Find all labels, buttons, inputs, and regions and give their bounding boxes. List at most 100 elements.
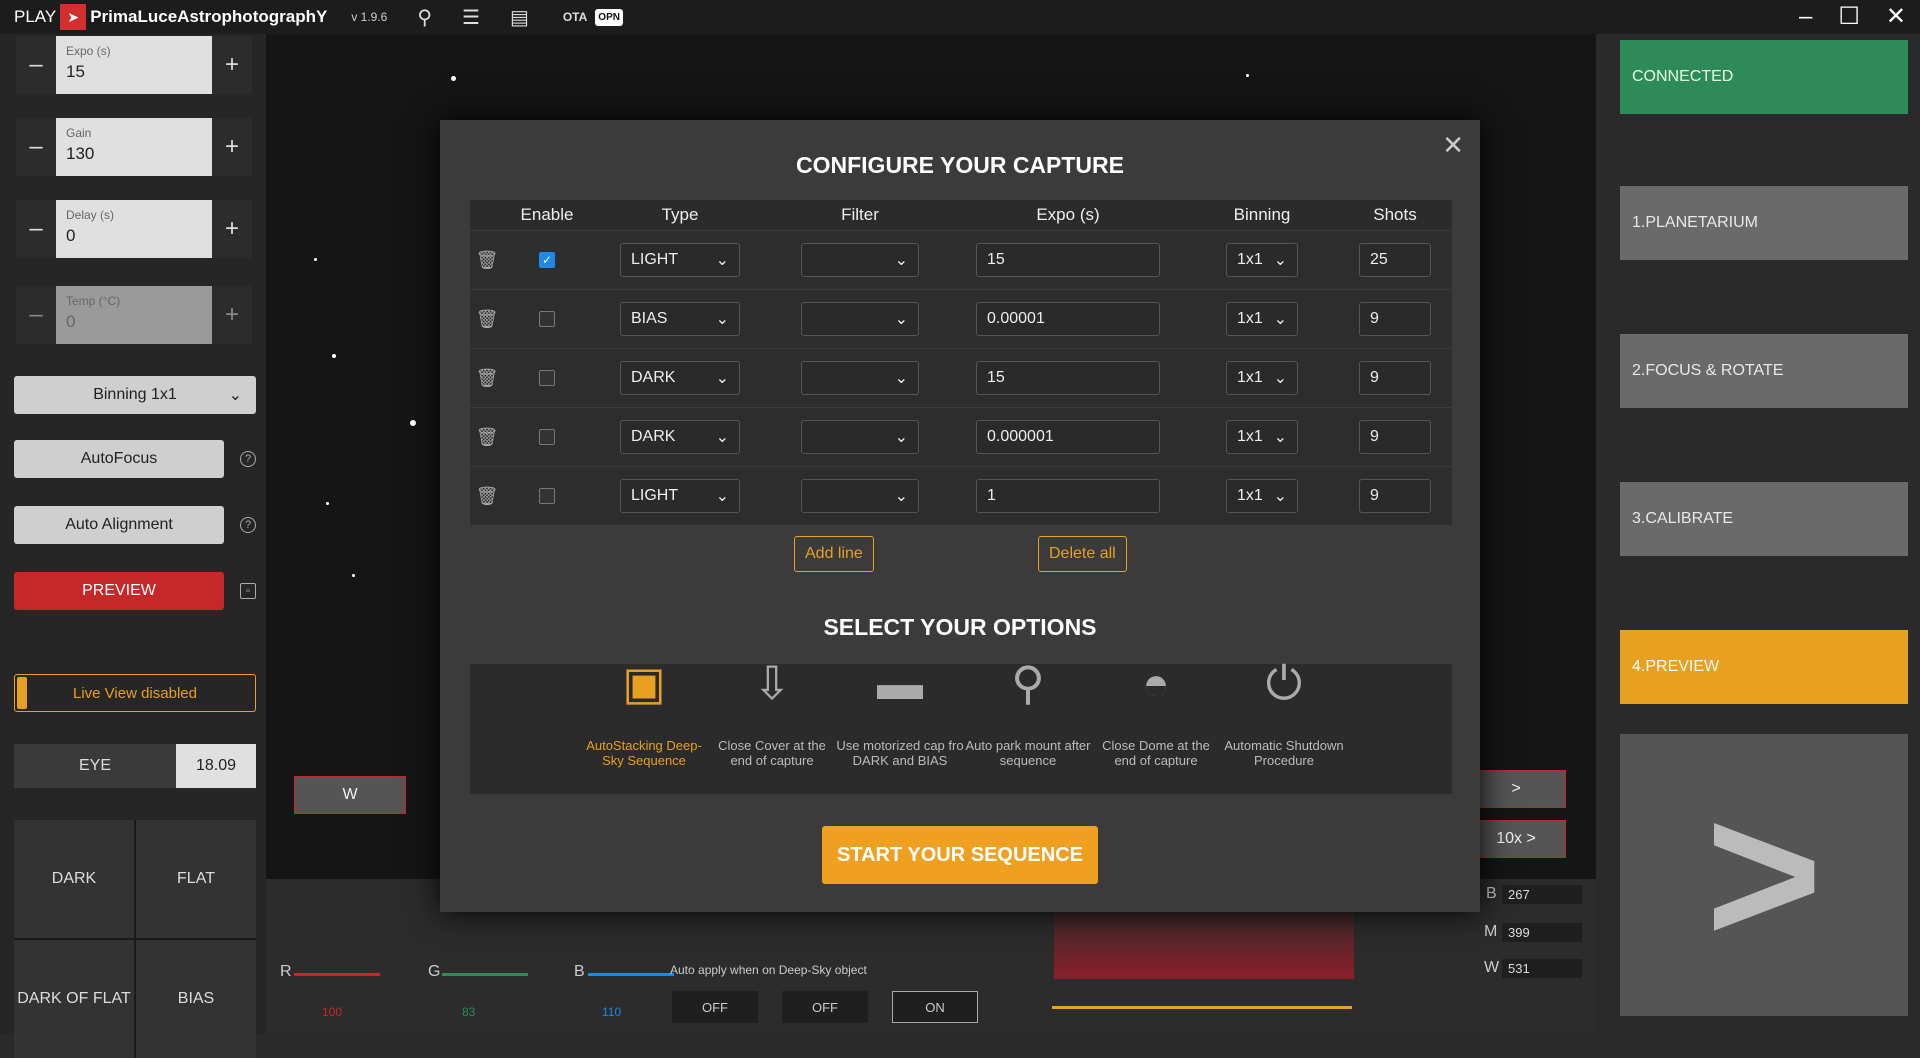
filter-select[interactable]: ⌄ — [801, 361, 919, 395]
temp-label: Temp (°C) — [66, 294, 121, 308]
eye-button[interactable]: EYE — [14, 744, 176, 788]
auto-park-option[interactable]: ⚲ Auto park mount after sequence — [964, 660, 1092, 794]
logo-icon: ➤ — [60, 4, 87, 30]
type-select[interactable]: LIGHT ⌄ — [620, 243, 740, 277]
play-arrow-button[interactable]: > — [1620, 734, 1908, 1016]
binning-select[interactable]: 1x1 ⌄ — [1226, 420, 1298, 454]
enable-checkbox[interactable]: ✓ — [539, 252, 555, 268]
opn-badge[interactable]: OPN — [595, 8, 623, 26]
b-value[interactable]: 110 — [602, 1005, 621, 1019]
r-slider[interactable] — [294, 973, 380, 976]
on-toggle[interactable]: ON — [892, 991, 978, 1023]
enable-checkbox[interactable] — [539, 429, 555, 445]
delay-minus-button[interactable]: – — [16, 200, 56, 258]
w-button[interactable]: W — [294, 776, 406, 814]
type-select[interactable]: DARK ⌄ — [620, 420, 740, 454]
autofocus-button[interactable]: AutoFocus — [14, 440, 224, 478]
filter-select[interactable]: ⌄ — [801, 302, 919, 336]
g-value[interactable]: 83 — [462, 1005, 475, 1019]
filter-select[interactable]: ⌄ — [801, 479, 919, 513]
shots-input[interactable]: 25 — [1359, 243, 1431, 277]
zoom-button[interactable]: 10x > — [1466, 820, 1566, 858]
shots-input[interactable]: 9 — [1359, 302, 1431, 336]
motorized-cap-option[interactable]: ▬ Use motorized cap fro DARK and BIAS — [836, 660, 964, 794]
preview-button[interactable]: PREVIEW — [14, 572, 224, 610]
trash-icon[interactable]: 🗑 — [470, 250, 504, 271]
binning-select[interactable]: 1x1 ⌄ — [1226, 479, 1298, 513]
planetarium-button[interactable]: 1.PLANETARIUM — [1620, 186, 1908, 260]
ota-label[interactable]: OTA — [563, 10, 587, 24]
binning-select[interactable]: 1x1 ⌄ — [1226, 361, 1298, 395]
connected-button[interactable]: CONNECTED — [1620, 40, 1908, 114]
trash-icon[interactable]: 🗑 — [470, 368, 504, 389]
expo-input[interactable]: 15 — [976, 243, 1160, 277]
expo-input[interactable]: 15 — [976, 361, 1160, 395]
maximize-icon[interactable]: ☐ — [1838, 0, 1860, 34]
flat-button[interactable]: FLAT — [136, 820, 256, 938]
add-line-button[interactable]: Add line — [794, 536, 874, 572]
expo-plus-button[interactable]: + — [212, 36, 252, 94]
preview-step-button[interactable]: 4.PREVIEW — [1620, 630, 1908, 704]
b-slider[interactable] — [588, 973, 674, 976]
calibrate-button[interactable]: 3.CALIBRATE — [1620, 482, 1908, 556]
levels-slider[interactable] — [1052, 1006, 1352, 1009]
type-select[interactable]: BIAS ⌄ — [620, 302, 740, 336]
close-dome-option[interactable]: ◓ Close Dome at the end of capture — [1092, 660, 1220, 794]
enable-checkbox[interactable] — [539, 370, 555, 386]
close-cover-option[interactable]: ⇩ Close Cover at the end of capture — [708, 660, 836, 794]
auto-shutdown-option[interactable]: ⏻ Automatic Shutdown Procedure — [1220, 660, 1348, 794]
trash-icon[interactable]: 🗑 — [470, 486, 504, 507]
expo-minus-button[interactable]: – — [16, 36, 56, 94]
type-select[interactable]: LIGHT ⌄ — [620, 479, 740, 513]
binning-select[interactable]: Binning 1x1 ⌄ — [14, 376, 256, 414]
document-icon[interactable]: ▤ — [510, 5, 529, 30]
shots-input[interactable]: 9 — [1359, 479, 1431, 513]
gain-minus-button[interactable]: – — [16, 118, 56, 176]
trash-icon[interactable]: 🗑 — [470, 427, 504, 448]
binning-select[interactable]: 1x1 ⌄ — [1226, 302, 1298, 336]
delete-all-button[interactable]: Delete all — [1038, 536, 1127, 572]
off-toggle-2[interactable]: OFF — [782, 991, 868, 1023]
expo-field[interactable]: Expo (s) 15 — [56, 36, 212, 94]
r-value[interactable]: 100 — [322, 1005, 342, 1019]
dark-of-flat-button[interactable]: DARK OF FLAT — [14, 940, 134, 1058]
expo-input[interactable]: 1 — [976, 479, 1160, 513]
trash-icon[interactable]: 🗑 — [470, 309, 504, 330]
off-toggle-1[interactable]: OFF — [672, 991, 758, 1023]
filter-select[interactable]: ⌄ — [801, 243, 919, 277]
binning-select[interactable]: 1x1 ⌄ — [1226, 243, 1298, 277]
save-icon[interactable]: ▫ — [240, 583, 256, 599]
m-level-value[interactable]: 399 — [1502, 923, 1582, 942]
live-view-toggle[interactable]: Live View disabled — [14, 674, 256, 712]
shots-input[interactable]: 9 — [1359, 420, 1431, 454]
delay-field[interactable]: Delay (s) 0 — [56, 200, 212, 258]
settings-sliders-icon[interactable]: ☰ — [462, 5, 480, 30]
b-level-value[interactable]: 267 — [1502, 885, 1582, 904]
type-select[interactable]: DARK ⌄ — [620, 361, 740, 395]
enable-checkbox[interactable] — [539, 488, 555, 504]
chevron-down-icon: ⌄ — [715, 370, 729, 387]
start-sequence-button[interactable]: START YOUR SEQUENCE — [822, 826, 1098, 884]
expo-input[interactable]: 0.000001 — [976, 420, 1160, 454]
minimize-icon[interactable]: – — [1799, 0, 1812, 34]
auto-alignment-button[interactable]: Auto Alignment — [14, 506, 224, 544]
help-icon[interactable]: ? — [240, 451, 256, 467]
autostacking-option[interactable]: ▣ AutoStacking Deep-Sky Sequence — [580, 660, 708, 794]
filter-select[interactable]: ⌄ — [801, 420, 919, 454]
gain-plus-button[interactable]: + — [212, 118, 252, 176]
next-button[interactable]: > — [1466, 770, 1566, 808]
close-icon[interactable]: ✕ — [1442, 130, 1464, 161]
gain-field[interactable]: Gain 130 — [56, 118, 212, 176]
help-icon[interactable]: ? — [240, 517, 256, 533]
expo-input[interactable]: 0.00001 — [976, 302, 1160, 336]
enable-checkbox[interactable] — [539, 311, 555, 327]
focus-rotate-button[interactable]: 2.FOCUS & ROTATE — [1620, 334, 1908, 408]
telescope-icon[interactable]: ⚲ — [417, 5, 432, 30]
w-level-value[interactable]: 531 — [1502, 959, 1582, 978]
g-slider[interactable] — [442, 973, 528, 976]
close-icon[interactable]: ✕ — [1886, 0, 1906, 34]
dark-button[interactable]: DARK — [14, 820, 134, 938]
delay-plus-button[interactable]: + — [212, 200, 252, 258]
bias-button[interactable]: BIAS — [136, 940, 256, 1058]
shots-input[interactable]: 9 — [1359, 361, 1431, 395]
